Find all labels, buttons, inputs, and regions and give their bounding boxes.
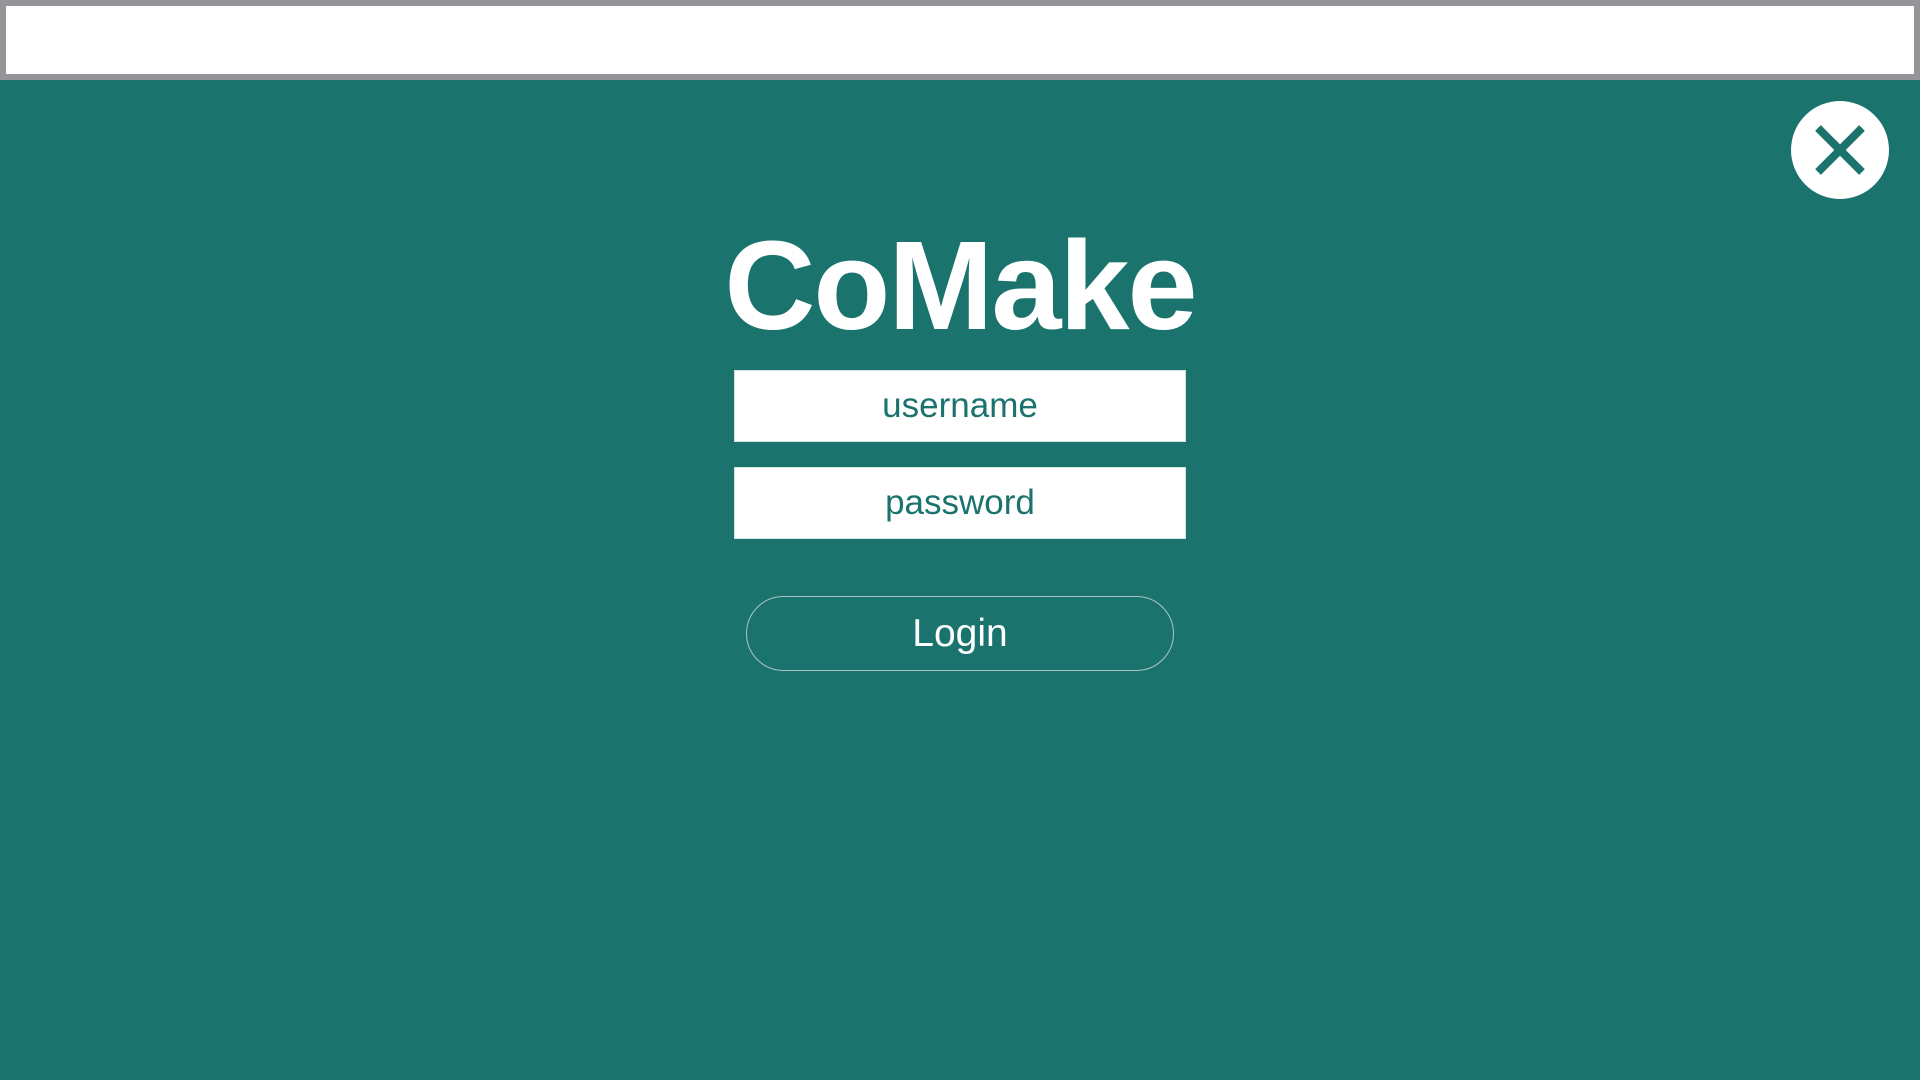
close-icon bbox=[1815, 125, 1865, 175]
app-logo: CoMake bbox=[724, 215, 1197, 356]
login-button[interactable]: Login bbox=[746, 596, 1174, 671]
password-input[interactable] bbox=[734, 467, 1186, 539]
username-input[interactable] bbox=[734, 370, 1186, 442]
close-button[interactable] bbox=[1791, 101, 1889, 199]
top-bar bbox=[0, 0, 1920, 80]
